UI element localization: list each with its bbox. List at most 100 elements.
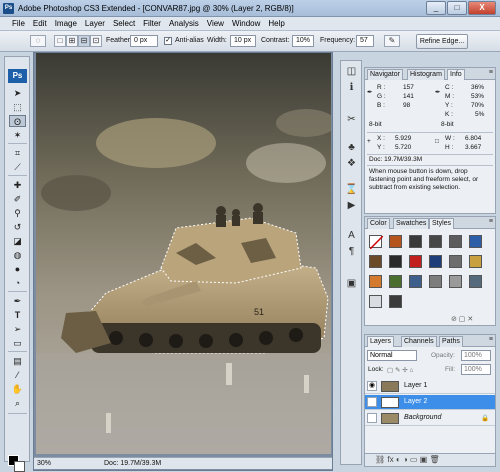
tab-paths[interactable]: Paths (439, 336, 463, 347)
paint-bucket-tool-icon[interactable]: ◍ (9, 249, 26, 261)
menu-file[interactable]: File (12, 19, 25, 28)
intersect-selection-icon[interactable]: ⊡ (90, 35, 102, 47)
style-swatch[interactable] (369, 295, 382, 308)
style-swatch[interactable] (469, 235, 482, 248)
tab-channels[interactable]: Channels (401, 336, 437, 347)
layers-footer-icons[interactable]: ⛓ fx ◐ ◑ ▭ ▣ 🗑 (365, 453, 495, 466)
maximize-button[interactable]: □ (447, 1, 467, 15)
character-dock-icon[interactable]: A (344, 229, 359, 243)
history-dock-icon[interactable]: ⌛ (344, 183, 359, 197)
tool-presets-dock-icon[interactable]: ✂ (344, 113, 359, 127)
frequency-input[interactable]: 57 (356, 35, 374, 47)
info-dock-icon[interactable]: ℹ (344, 81, 359, 95)
tab-styles[interactable]: Styles (429, 218, 455, 229)
zoom-tool-icon[interactable]: ⌕ (9, 397, 26, 409)
style-swatch[interactable] (389, 295, 402, 308)
tool-preset-picker-icon[interactable]: ◌ (30, 35, 46, 47)
style-swatch[interactable] (449, 255, 462, 268)
layer-row-layer-2[interactable]: Layer 2 (365, 395, 495, 410)
layer-comps-dock-icon[interactable]: ▣ (344, 277, 359, 291)
brush-tool-icon[interactable]: ✐ (9, 193, 26, 205)
layer-row-layer-1[interactable]: ◉ Layer 1 (365, 379, 495, 394)
healing-brush-tool-icon[interactable]: ✚ (9, 179, 26, 191)
menu-window[interactable]: Window (232, 19, 260, 28)
feather-input[interactable]: 0 px (130, 35, 158, 47)
style-swatch[interactable] (389, 275, 402, 288)
style-swatch[interactable] (449, 235, 462, 248)
style-swatch[interactable] (409, 255, 422, 268)
visibility-toggle[interactable] (367, 397, 377, 407)
style-swatch[interactable] (429, 275, 442, 288)
menu-help[interactable]: Help (268, 19, 284, 28)
style-swatch[interactable] (469, 255, 482, 268)
tablet-pressure-icon[interactable]: ✎ (384, 35, 400, 47)
menu-view[interactable]: View (207, 19, 224, 28)
clone-source-dock-icon[interactable]: ❖ (344, 157, 359, 171)
fill-input[interactable]: 100% (461, 364, 491, 375)
tab-navigator[interactable]: Navigator (367, 69, 403, 80)
style-swatch[interactable] (469, 275, 482, 288)
menu-edit[interactable]: Edit (33, 19, 47, 28)
tab-layers[interactable]: Layers (367, 336, 395, 347)
style-swatch[interactable] (369, 275, 382, 288)
lock-icons[interactable]: ▢ ✎ ✢ ⌂ (387, 366, 413, 374)
tab-info[interactable]: Info (447, 69, 465, 80)
style-swatch[interactable] (409, 235, 422, 248)
tab-color[interactable]: Color (367, 218, 390, 229)
panel-menu-icon[interactable]: ≡ (489, 69, 493, 76)
subtract-from-selection-icon[interactable]: ⊟ (78, 35, 90, 47)
tab-swatches[interactable]: Swatches (393, 218, 430, 229)
shape-tool-icon[interactable]: ▭ (9, 337, 26, 349)
layer-row-background[interactable]: Background 🔒 (365, 411, 495, 426)
style-swatch[interactable] (409, 275, 422, 288)
eye-icon[interactable]: ◉ (367, 381, 377, 391)
brushes-dock-icon[interactable]: ♣ (344, 141, 359, 155)
history-brush-tool-icon[interactable]: ↺ (9, 221, 26, 233)
zoom-level[interactable]: 30% (37, 458, 51, 469)
close-button[interactable]: X (468, 1, 496, 15)
menu-analysis[interactable]: Analysis (169, 19, 199, 28)
navigator-dock-icon[interactable]: ◫ (344, 65, 359, 79)
move-tool-icon[interactable]: ➤ (9, 87, 26, 99)
style-swatch[interactable] (369, 235, 384, 250)
eraser-tool-icon[interactable]: ◪ (9, 235, 26, 247)
add-to-selection-icon[interactable]: ⊞ (66, 35, 78, 47)
style-swatch[interactable] (429, 235, 442, 248)
pen-tool-icon[interactable]: ✒ (9, 295, 26, 307)
notes-tool-icon[interactable]: ▤ (9, 355, 26, 367)
width-input[interactable]: 10 px (230, 35, 256, 47)
crop-tool-icon[interactable]: ⌗ (9, 147, 26, 159)
menu-filter[interactable]: Filter (143, 19, 161, 28)
minimize-button[interactable]: _ (426, 1, 446, 15)
magic-wand-tool-icon[interactable]: ✶ (9, 129, 26, 141)
hand-tool-icon[interactable]: ✋ (9, 383, 26, 395)
style-swatch[interactable] (389, 235, 402, 248)
style-swatch[interactable] (369, 255, 382, 268)
actions-dock-icon[interactable]: ▶ (344, 199, 359, 213)
dodge-tool-icon[interactable]: ◔ (9, 277, 26, 289)
menu-layer[interactable]: Layer (85, 19, 105, 28)
marquee-tool-icon[interactable]: ⬚ (9, 101, 26, 113)
menu-image[interactable]: Image (55, 19, 77, 28)
type-tool-icon[interactable]: T (9, 309, 26, 321)
new-selection-icon[interactable]: □ (54, 35, 66, 47)
menu-select[interactable]: Select (113, 19, 135, 28)
style-swatch[interactable] (389, 255, 402, 268)
contrast-input[interactable]: 10% (292, 35, 314, 47)
path-selection-tool-icon[interactable]: ➢ (9, 323, 26, 335)
antialias-checkbox[interactable]: ✓ (164, 37, 172, 45)
clone-stamp-tool-icon[interactable]: ⚲ (9, 207, 26, 219)
opacity-input[interactable]: 100% (461, 350, 491, 361)
visibility-toggle[interactable] (367, 413, 377, 423)
magnetic-lasso-tool-icon[interactable]: ʘ (9, 115, 26, 127)
panel-menu-icon[interactable]: ≡ (489, 218, 493, 225)
background-color-swatch[interactable] (14, 461, 25, 472)
eyedropper-tool-icon[interactable]: ⁄ (9, 369, 26, 381)
style-swatch[interactable] (429, 255, 442, 268)
slice-tool-icon[interactable]: ⟋ (9, 161, 26, 173)
tab-histogram[interactable]: Histogram (407, 69, 445, 80)
refine-edge-button[interactable]: Refine Edge... (416, 34, 468, 49)
blend-mode-select[interactable]: Normal (367, 350, 417, 361)
blur-tool-icon[interactable]: ● (9, 263, 26, 275)
style-swatch[interactable] (449, 275, 462, 288)
